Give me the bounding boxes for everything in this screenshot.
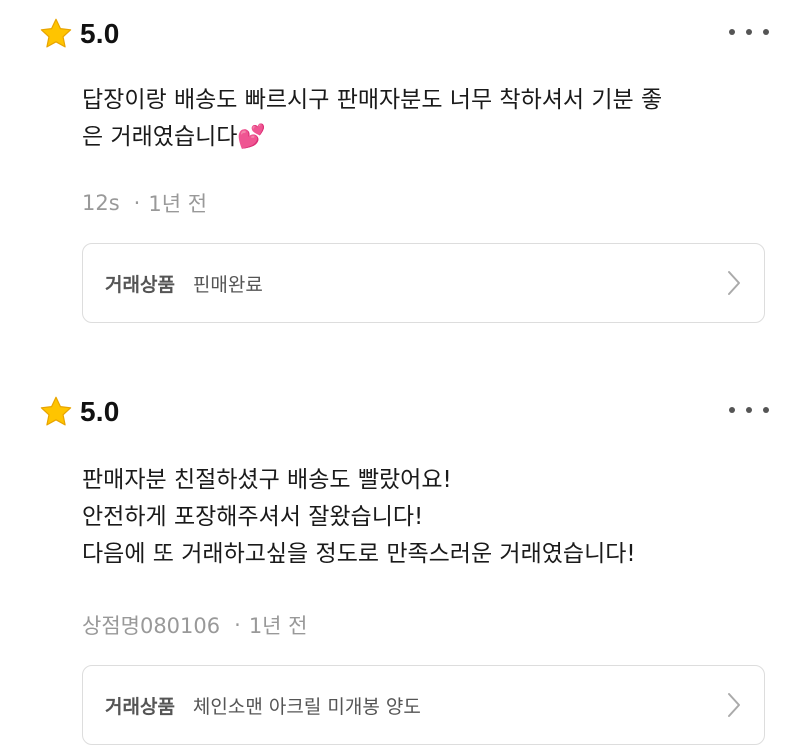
review-author[interactable]: 12s bbox=[82, 191, 120, 215]
more-options-icon[interactable] bbox=[729, 402, 769, 418]
traded-product-name: 체인소맨 아크릴 미개봉 양도 bbox=[192, 695, 421, 718]
chevron-right-icon bbox=[728, 271, 740, 295]
star-icon bbox=[40, 396, 72, 426]
dot bbox=[763, 407, 769, 413]
traded-product-label: 거래상품 bbox=[105, 273, 175, 296]
review-text: 판매자분 친절하셨구 배송도 빨랐어요! 안전하게 포장해주셔서 잘왔습니다! … bbox=[82, 467, 636, 567]
traded-product-label: 거래상품 bbox=[105, 695, 175, 718]
chevron-right-icon bbox=[728, 693, 740, 717]
review-meta: 12s · 1년 전 bbox=[82, 188, 207, 218]
star-icon bbox=[40, 18, 72, 48]
review-time: 1년 전 bbox=[248, 614, 308, 638]
dot bbox=[746, 29, 752, 35]
traded-product-link[interactable]: 거래상품 체인소맨 아크릴 미개봉 양도 bbox=[82, 665, 765, 745]
meta-separator: · bbox=[133, 191, 141, 215]
meta-separator: · bbox=[234, 613, 241, 637]
dot bbox=[746, 407, 752, 413]
more-options-icon[interactable] bbox=[729, 24, 769, 40]
review-rating: 5.0 bbox=[38, 392, 120, 432]
review-author[interactable]: 상점명080106 bbox=[82, 610, 220, 640]
review-text: 답장이랑 배송도 빠르시구 판매자분도 너무 착하셔서 기분 좋 은 거래였습니… bbox=[82, 87, 663, 150]
rating-value: 5.0 bbox=[80, 396, 120, 427]
dot bbox=[729, 407, 735, 413]
review-rating: 5.0 bbox=[38, 14, 120, 54]
review-time: 1년 전 bbox=[148, 192, 208, 216]
traded-product-name: 핀매완료 bbox=[192, 273, 263, 296]
rating-value: 5.0 bbox=[80, 18, 120, 49]
traded-product-link[interactable]: 거래상품 핀매완료 bbox=[82, 243, 765, 323]
review-meta: 상점명080106 · 1년 전 bbox=[82, 610, 308, 640]
dot bbox=[763, 29, 769, 35]
dot bbox=[729, 29, 735, 35]
